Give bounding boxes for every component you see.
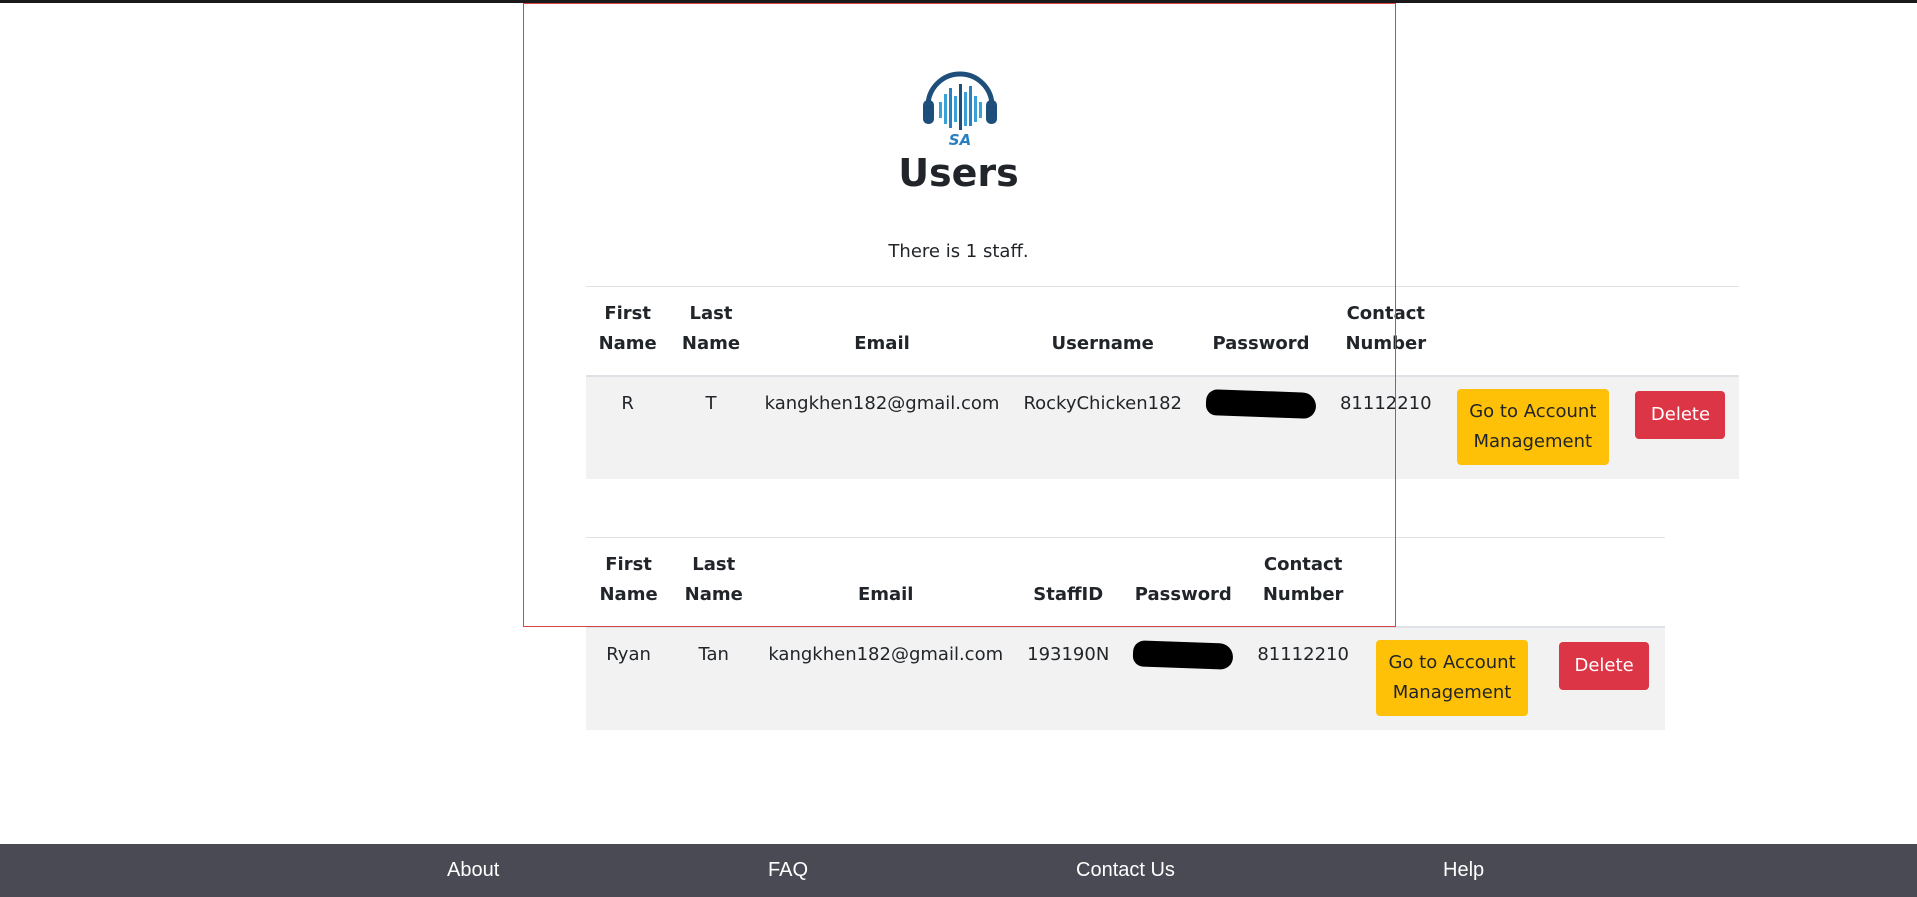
- staff-table-header-row: First Name Last Name Email StaffID Passw…: [586, 537, 1665, 628]
- col-contact-number: Contact Number: [1327, 286, 1444, 377]
- table-row: Ryan Tan kangkhen182@gmail.com 193190N 8…: [586, 627, 1665, 730]
- cell-email: kangkhen182@gmail.com: [752, 376, 1012, 479]
- footer-link-about[interactable]: About: [447, 859, 499, 882]
- browser-top-strip: [0, 0, 1917, 3]
- cell-contact-number: 81112210: [1245, 627, 1361, 730]
- logo-text: SA: [949, 131, 971, 148]
- footer-link-faq[interactable]: FAQ: [768, 859, 808, 882]
- col-last-name: Last Name: [671, 537, 757, 628]
- cell-delete: Delete: [1543, 627, 1665, 730]
- col-manage: [1360, 537, 1544, 628]
- staff-count-text: There is 1 staff.: [888, 241, 1029, 262]
- col-delete: [1621, 286, 1739, 377]
- col-first-name: First Name: [586, 286, 670, 377]
- users-table: First Name Last Name Email Username Pass…: [586, 286, 1739, 479]
- col-email: Email: [756, 537, 1016, 628]
- col-first-name: First Name: [586, 537, 672, 628]
- col-staff-id: StaffID: [1015, 537, 1122, 628]
- account-management-button[interactable]: Go to Account Management: [1376, 640, 1529, 716]
- delete-button[interactable]: Delete: [1635, 391, 1726, 439]
- sa-headphones-logo: SA: [920, 66, 1000, 149]
- account-management-button[interactable]: Go to Account Management: [1456, 389, 1609, 465]
- cell-password: [1121, 627, 1246, 730]
- footer-link-contact-us[interactable]: Contact Us: [1076, 859, 1175, 882]
- footer: About FAQ Contact Us Help: [0, 844, 1917, 897]
- cell-email: kangkhen182@gmail.com: [756, 627, 1016, 730]
- cell-username: RockyChicken182: [1011, 376, 1194, 479]
- col-username: Username: [1011, 286, 1194, 377]
- cell-manage: Go to Account Management: [1360, 627, 1544, 730]
- redacted-password: [1205, 389, 1317, 419]
- cell-first-name: Ryan: [586, 627, 672, 730]
- cell-manage: Go to Account Management: [1443, 376, 1622, 479]
- col-manage: [1443, 286, 1622, 377]
- users-table-header-row: First Name Last Name Email Username Pass…: [586, 286, 1739, 377]
- cell-staff-id: 193190N: [1015, 627, 1122, 730]
- col-contact-number: Contact Number: [1245, 537, 1361, 628]
- cell-contact-number: 81112210: [1327, 376, 1444, 479]
- cell-password: [1193, 376, 1328, 479]
- cell-first-name: R: [586, 376, 670, 479]
- delete-button[interactable]: Delete: [1559, 642, 1650, 690]
- col-last-name: Last Name: [669, 286, 753, 377]
- staff-table: First Name Last Name Email StaffID Passw…: [586, 537, 1665, 730]
- col-delete: [1543, 537, 1665, 628]
- col-password: Password: [1193, 286, 1328, 377]
- cell-last-name: Tan: [671, 627, 757, 730]
- col-email: Email: [752, 286, 1012, 377]
- table-row: R T kangkhen182@gmail.com RockyChicken18…: [586, 376, 1739, 479]
- footer-link-help[interactable]: Help: [1443, 859, 1484, 882]
- page-title: Users: [898, 151, 1019, 195]
- redacted-password: [1132, 640, 1234, 670]
- cell-last-name: T: [669, 376, 753, 479]
- col-password: Password: [1121, 537, 1246, 628]
- cell-delete: Delete: [1621, 376, 1739, 479]
